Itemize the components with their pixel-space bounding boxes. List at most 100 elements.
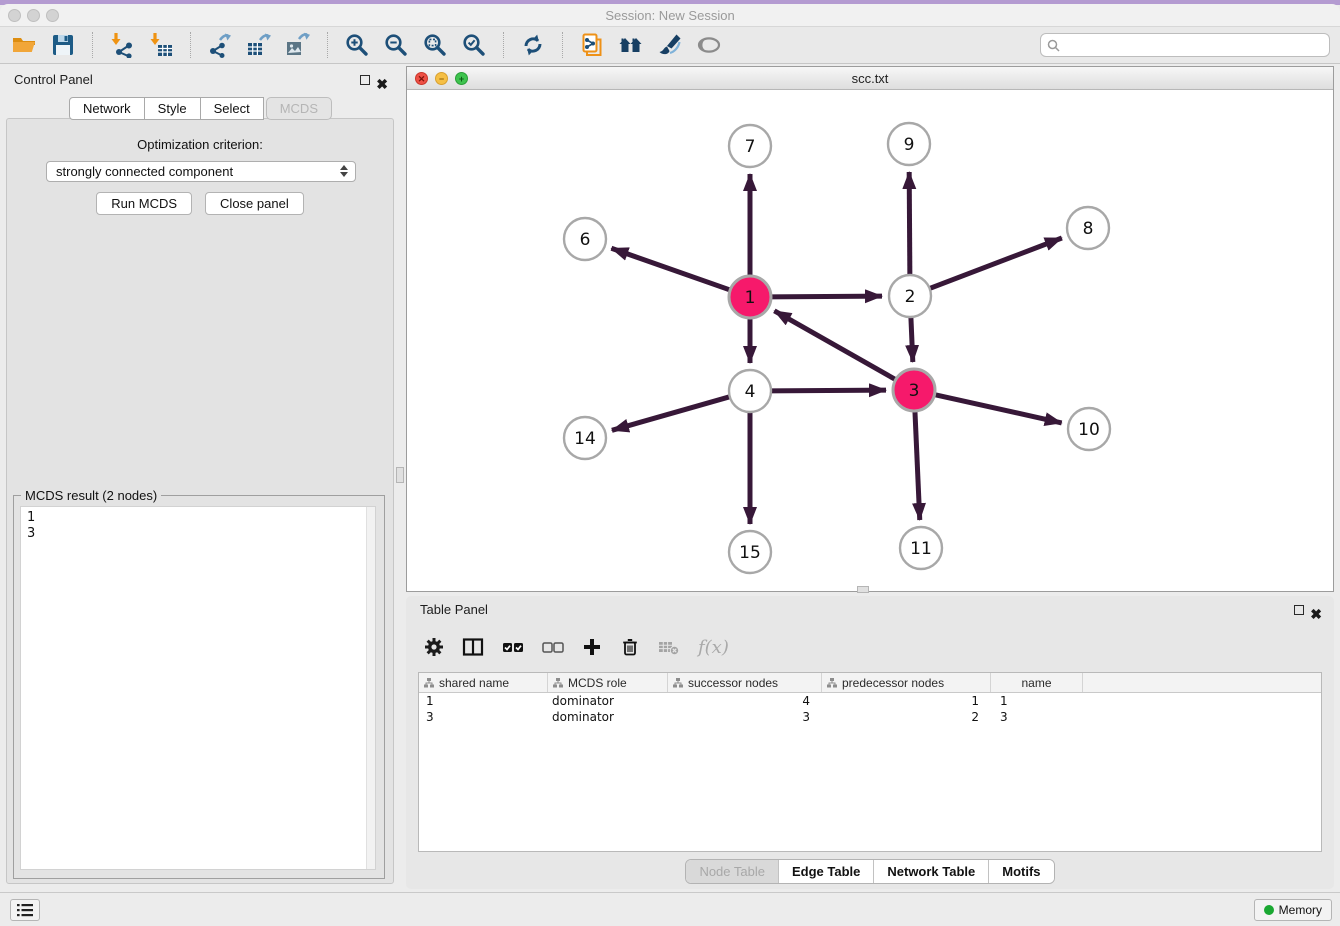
close-panel-button[interactable]: Close panel (205, 192, 304, 215)
sort-hierarchy-icon (673, 678, 683, 688)
edge-1-6[interactable] (611, 248, 732, 290)
add-column-icon[interactable] (582, 637, 602, 657)
node-label: 2 (905, 287, 916, 307)
edge-2-9[interactable] (909, 172, 910, 277)
edge-3-10[interactable] (933, 394, 1062, 423)
table-cell[interactable]: 4 (668, 693, 822, 709)
table-cell[interactable]: dominator (548, 693, 668, 709)
edge-1-2[interactable] (769, 296, 882, 297)
network-window-titlebar[interactable]: ✕ − + scc.txt (407, 67, 1333, 90)
selected-option: strongly connected component (56, 164, 233, 179)
mcds-result-text[interactable]: 13 (20, 506, 376, 870)
show-hide-icon[interactable] (695, 31, 723, 59)
memory-button[interactable]: Memory (1254, 899, 1332, 921)
table-row[interactable]: 3dominator323 (419, 709, 1321, 725)
table-row[interactable]: 1dominator411 (419, 693, 1321, 709)
network-title: scc.txt (407, 67, 1333, 90)
mcds-tab-content: Optimization criterion: strongly connect… (6, 118, 394, 884)
export-image-icon[interactable] (284, 31, 312, 59)
network-graph: 7968124314101511 (407, 90, 1333, 591)
table-cell[interactable]: 1 (419, 693, 548, 709)
export-network-icon[interactable] (206, 31, 234, 59)
result-line: 3 (21, 526, 375, 542)
tab-style[interactable]: Style (144, 97, 201, 120)
apply-layout-icon[interactable] (519, 31, 547, 59)
open-session-icon[interactable] (10, 31, 38, 59)
node-label: 14 (574, 429, 596, 449)
search-box[interactable] (1040, 33, 1330, 57)
edge-2-8[interactable] (928, 238, 1062, 289)
node-label: 4 (745, 382, 756, 402)
tab-mcds[interactable]: MCDS (266, 97, 332, 120)
save-session-icon[interactable] (49, 31, 77, 59)
network-canvas[interactable]: 7968124314101511 (407, 90, 1333, 591)
show-networks-icon[interactable] (617, 31, 645, 59)
tab-network[interactable]: Network (69, 97, 145, 120)
table-options-icon[interactable] (424, 637, 444, 657)
apply-style-icon[interactable] (656, 31, 684, 59)
main-toolbar (0, 27, 1340, 64)
zoom-in-icon[interactable] (343, 31, 371, 59)
deselect-all-columns-icon[interactable] (542, 637, 564, 657)
table-cell[interactable]: 1 (822, 693, 991, 709)
function-builder-icon-disabled: f(x) (698, 637, 729, 658)
toolbar-separator (92, 32, 93, 58)
node-label: 1 (745, 288, 756, 308)
zoom-selected-icon[interactable] (460, 31, 488, 59)
edge-3-1[interactable] (774, 311, 897, 381)
tab-node-table[interactable]: Node Table (686, 860, 778, 883)
float-table-panel-icon[interactable] (1294, 605, 1304, 615)
run-mcds-button[interactable]: Run MCDS (96, 192, 192, 215)
sort-hierarchy-icon (827, 678, 837, 688)
close-panel-icon[interactable]: ✖ (376, 70, 388, 98)
toolbar-separator (190, 32, 191, 58)
tab-motifs[interactable]: Motifs (988, 860, 1053, 883)
edge-3-11[interactable] (915, 409, 920, 520)
titlebar[interactable]: Session: New Session (0, 4, 1340, 27)
float-panel-icon[interactable] (360, 75, 370, 85)
column-layout-icon[interactable] (462, 637, 484, 657)
table-cell[interactable]: 2 (822, 709, 991, 725)
panel-splitter-handle[interactable] (396, 467, 404, 483)
edge-2-3[interactable] (911, 315, 913, 362)
import-table-icon[interactable] (147, 31, 175, 59)
toolbar-separator (562, 32, 563, 58)
table-cell[interactable]: 3 (668, 709, 822, 725)
optimization-criterion-select[interactable]: strongly connected component (46, 161, 356, 182)
edge-4-3[interactable] (769, 390, 886, 391)
table-cell[interactable]: 3 (991, 709, 1083, 725)
delete-column-icon[interactable] (620, 637, 640, 657)
tab-network-table[interactable]: Network Table (873, 860, 988, 883)
edge-4-14[interactable] (612, 396, 732, 430)
import-network-icon[interactable] (108, 31, 136, 59)
column-header-predecessor-nodes[interactable]: predecessor nodes (822, 673, 991, 692)
table-body: 1dominator4113dominator323 (419, 693, 1321, 725)
node-table[interactable]: shared nameMCDS rolesuccessor nodesprede… (418, 672, 1322, 852)
zoom-out-icon[interactable] (382, 31, 410, 59)
control-panel-header: Control Panel ✖ (0, 66, 400, 94)
clone-network-icon[interactable] (578, 31, 606, 59)
export-table-icon[interactable] (245, 31, 273, 59)
table-cell[interactable]: dominator (548, 709, 668, 725)
column-header-successor-nodes[interactable]: successor nodes (668, 673, 822, 692)
node-label: 6 (580, 230, 591, 250)
table-tabs: Node TableEdge TableNetwork TableMotifs (406, 859, 1334, 884)
column-header-name[interactable]: name (991, 673, 1083, 692)
table-cell[interactable]: 3 (419, 709, 548, 725)
bottom-splitter-handle[interactable] (857, 586, 869, 593)
close-table-panel-icon[interactable]: ✖ (1310, 600, 1322, 628)
column-header-shared-name[interactable]: shared name (419, 673, 548, 692)
tab-edge-table[interactable]: Edge Table (778, 860, 873, 883)
select-all-columns-icon[interactable] (502, 637, 524, 657)
zoom-fit-icon[interactable] (421, 31, 449, 59)
column-header-MCDS-role[interactable]: MCDS role (548, 673, 668, 692)
search-input[interactable] (1064, 37, 1323, 53)
table-panel: Table Panel ✖ (406, 596, 1334, 889)
sort-hierarchy-icon (553, 678, 563, 688)
tab-select[interactable]: Select (200, 97, 264, 120)
result-scrollbar[interactable] (366, 507, 375, 869)
table-cell[interactable]: 1 (991, 693, 1083, 709)
memory-label: Memory (1279, 903, 1322, 917)
task-history-button[interactable] (10, 899, 40, 921)
memory-status-icon (1264, 905, 1274, 915)
